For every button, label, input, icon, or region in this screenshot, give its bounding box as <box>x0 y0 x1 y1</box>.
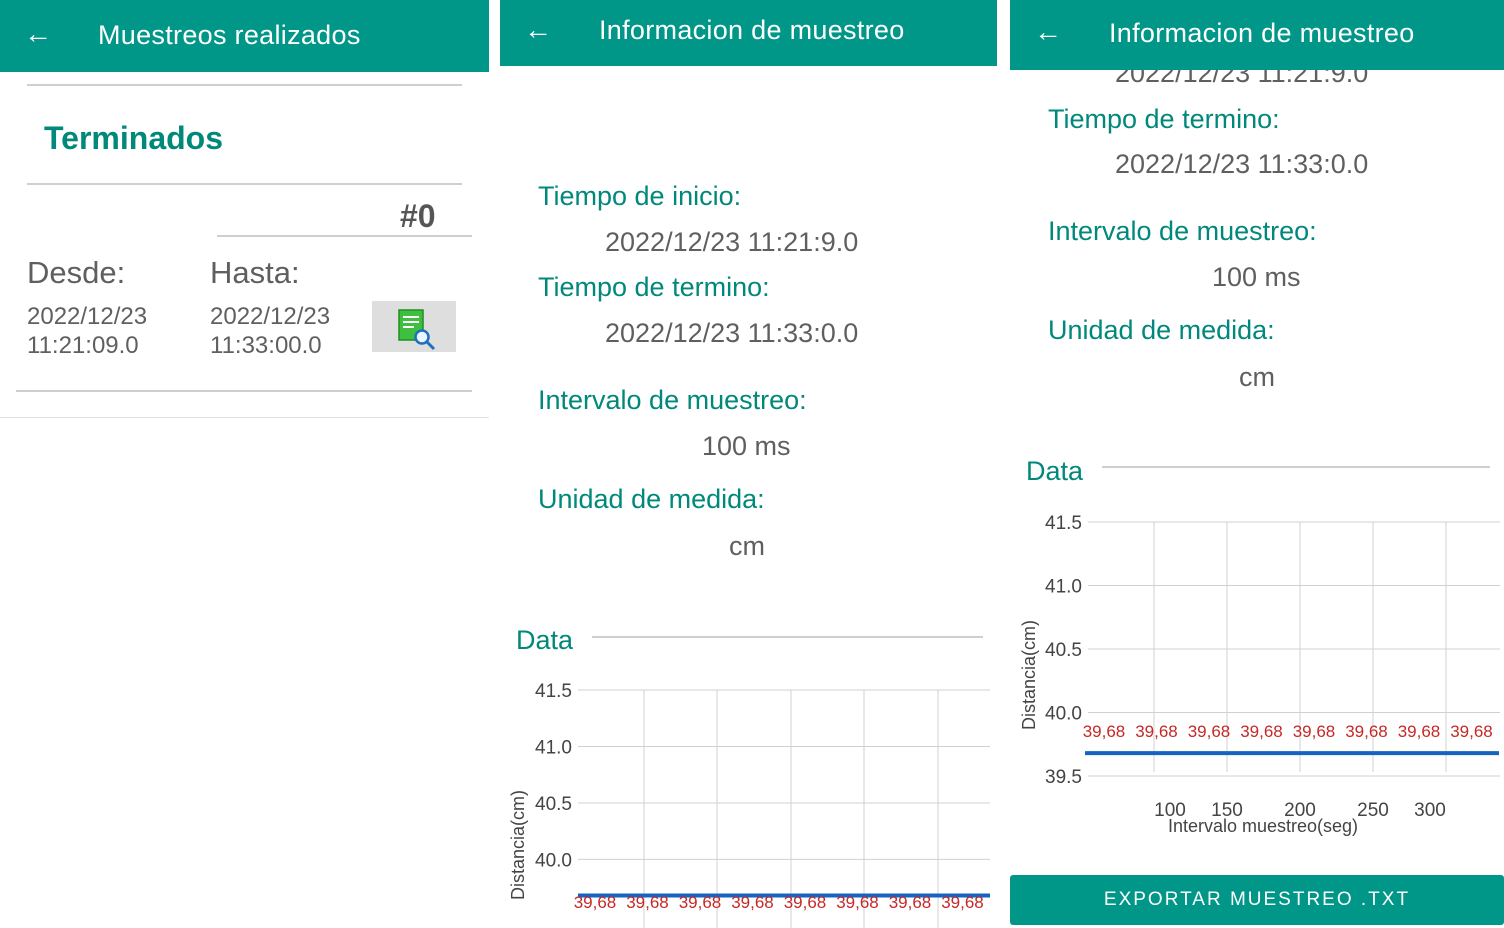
divider <box>1102 466 1490 468</box>
start-time-value: 2022/12/23 11:21:9.0 <box>605 227 859 257</box>
data-point-label: 39,68 <box>784 893 827 912</box>
data-point-label: 39,68 <box>941 893 984 912</box>
export-txt-button[interactable]: EXPORTAR MUESTREO .TXT <box>1010 875 1504 925</box>
y-axis-label: Distancia(cm) <box>508 790 528 900</box>
app-bar-title: Informacion de muestreo <box>599 15 905 45</box>
screen-sampling-list: ← Muestreos realizados Terminados #0 Des… <box>0 0 489 928</box>
start-time-label: Tiempo de inicio: <box>538 181 742 211</box>
section-title: Terminados <box>44 120 223 156</box>
data-point-label: 39,68 <box>731 893 774 912</box>
app-bar: ← Informacion de muestreo <box>1010 0 1504 70</box>
data-section-label: Data <box>1026 456 1084 486</box>
unit-value: cm <box>1239 362 1275 392</box>
y-tick-label: 40.0 <box>1045 704 1082 725</box>
document-search-icon <box>398 309 436 351</box>
y-tick-label: 41.0 <box>535 737 572 758</box>
divider <box>592 636 983 638</box>
unit-label: Unidad de medida: <box>538 484 765 514</box>
to-label: Hasta: <box>210 255 300 290</box>
y-tick-label: 39.5 <box>1045 767 1082 788</box>
y-axis-label: Distancia(cm) <box>1019 620 1039 730</box>
app-bar-title: Muestreos realizados <box>98 20 361 50</box>
end-time-label: Tiempo de termino: <box>538 272 770 302</box>
screen-sampling-info-scrolled: 2022/12/23 11:21:9.0 ← Informacion de mu… <box>1010 0 1504 928</box>
data-point-label: 39,68 <box>626 893 669 912</box>
y-tick-label: 40.5 <box>1045 640 1082 661</box>
to-time: 11:33:00.0 <box>210 332 322 359</box>
data-point-label: 39,68 <box>1188 722 1231 741</box>
screen-sampling-info: ← Informacion de muestreo Tiempo de inic… <box>500 0 997 928</box>
divider <box>16 390 472 392</box>
end-time-value: 2022/12/23 11:33:0.0 <box>1115 149 1369 179</box>
view-record-button[interactable] <box>372 301 456 352</box>
data-point-label: 39,68 <box>889 893 932 912</box>
y-tick-label: 40.5 <box>535 794 572 815</box>
data-point-label: 39,68 <box>1083 722 1126 741</box>
record-number: #0 <box>400 198 436 234</box>
y-tick-label: 41.5 <box>1045 513 1082 534</box>
divider <box>27 84 462 86</box>
arrow-left-icon[interactable]: ← <box>24 20 52 48</box>
divider <box>27 183 462 185</box>
y-tick-label: 40.0 <box>535 850 572 871</box>
app-bar-title: Informacion de muestreo <box>1109 18 1415 48</box>
x-tick-label: 300 <box>1414 800 1446 821</box>
data-point-label: 39,68 <box>1293 722 1336 741</box>
from-date: 2022/12/23 <box>27 303 148 330</box>
data-point-label: 39,68 <box>574 893 617 912</box>
data-point-label: 39,68 <box>836 893 879 912</box>
distance-chart: 41.5 41.0 40.5 40.0 39.5 Distancia(cm) 39,68 39… <box>1019 513 1500 836</box>
data-section-label: Data <box>516 625 574 655</box>
data-point-label: 39,68 <box>1345 722 1388 741</box>
unit-label: Unidad de medida: <box>1048 315 1275 345</box>
from-label: Desde: <box>27 255 126 290</box>
interval-label: Intervalo de muestreo: <box>538 385 807 415</box>
data-point-label: 39,68 <box>1398 722 1441 741</box>
data-point-label: 39,68 <box>1450 722 1493 741</box>
app-bar: ← Muestreos realizados <box>0 0 489 72</box>
interval-value: 100 ms <box>702 431 791 461</box>
distance-chart: 41.5 41.0 40.5 40.0 Distancia(cm) 39,68 39,68 3… <box>508 681 990 928</box>
from-time: 11:21:09.0 <box>27 332 139 359</box>
y-tick-label: 41.5 <box>535 681 572 702</box>
app-bar: ← Informacion de muestreo <box>500 0 997 66</box>
x-tick-label: 250 <box>1357 800 1389 821</box>
end-time-label: Tiempo de termino: <box>1048 104 1280 134</box>
divider <box>0 417 489 418</box>
arrow-left-icon[interactable]: ← <box>524 16 552 44</box>
data-point-label: 39,68 <box>1240 722 1283 741</box>
unit-value: cm <box>729 531 765 561</box>
data-point-label: 39,68 <box>679 893 722 912</box>
arrow-left-icon[interactable]: ← <box>1034 18 1062 46</box>
data-point-label: 39,68 <box>1135 722 1178 741</box>
end-time-value: 2022/12/23 11:33:0.0 <box>605 318 859 348</box>
divider <box>217 235 472 237</box>
interval-value: 100 ms <box>1212 262 1301 292</box>
interval-label: Intervalo de muestreo: <box>1048 216 1317 246</box>
y-tick-label: 41.0 <box>1045 577 1082 598</box>
to-date: 2022/12/23 <box>210 303 331 330</box>
x-axis-label: Intervalo muestreo(seg) <box>1168 816 1358 836</box>
